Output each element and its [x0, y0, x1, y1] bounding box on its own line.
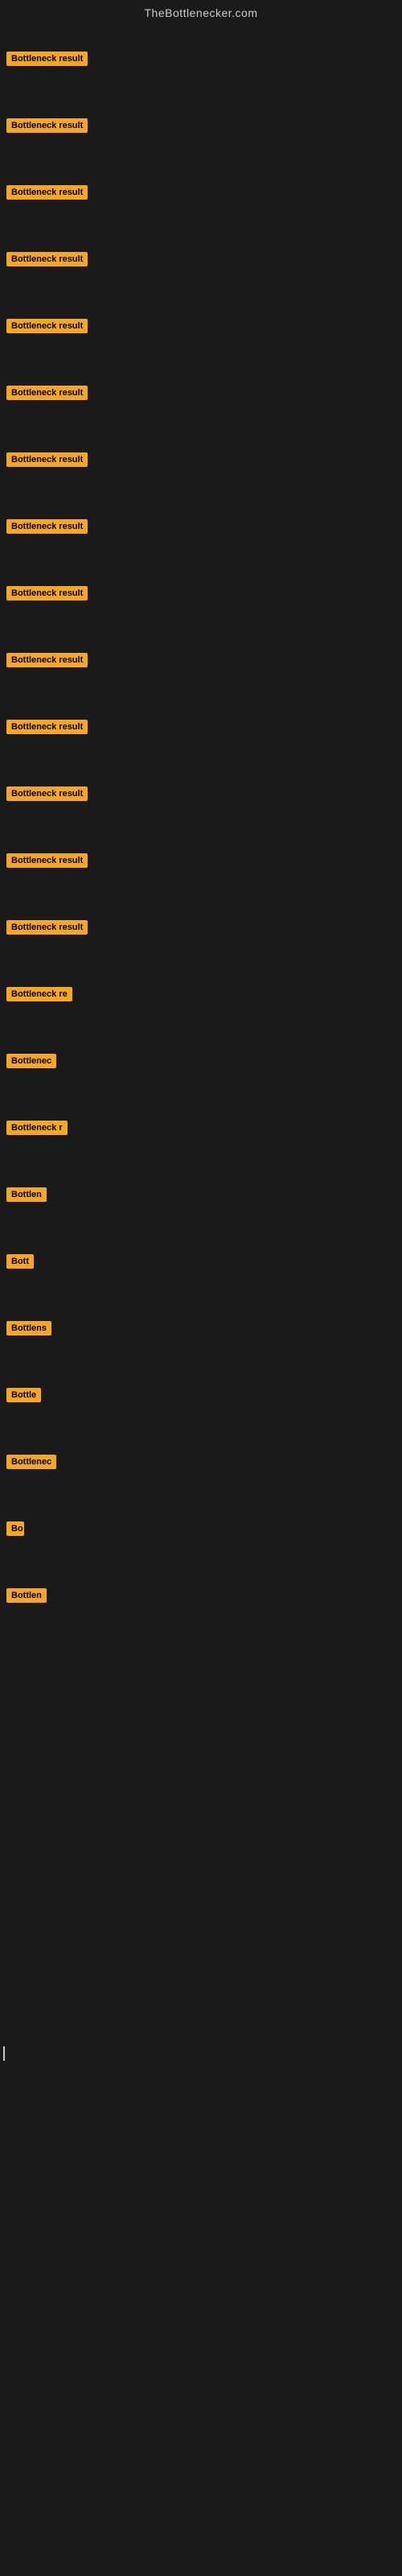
bottleneck-item[interactable]: Bottlenec [6, 1455, 56, 1473]
bottleneck-badge: Bottleneck result [6, 118, 88, 133]
bottleneck-badge: Bottleneck result [6, 452, 88, 467]
bottleneck-badge: Bottle [6, 1388, 41, 1402]
bottleneck-badge: Bottleneck result [6, 185, 88, 200]
bottleneck-badge: Bottleneck result [6, 319, 88, 333]
bottleneck-item[interactable]: Bottleneck result [6, 118, 88, 137]
bottleneck-badge: Bott [6, 1254, 34, 1269]
bottleneck-item[interactable]: Bottleneck result [6, 252, 88, 270]
bottleneck-item[interactable]: Bottlenec [6, 1054, 56, 1072]
bottleneck-badge: Bottleneck result [6, 720, 88, 734]
bottleneck-badge: Bottleneck result [6, 252, 88, 266]
bottleneck-badge: Bottleneck result [6, 653, 88, 667]
bottleneck-badge: Bottlenec [6, 1054, 56, 1068]
bottleneck-item[interactable]: Bottleneck result [6, 319, 88, 337]
bottleneck-badge: Bottleneck r [6, 1121, 68, 1135]
bottleneck-badge: Bottlen [6, 1187, 47, 1202]
site-title: TheBottlenecker.com [0, 0, 402, 23]
bottleneck-item[interactable]: Bottleneck result [6, 853, 88, 872]
bottleneck-badge: Bottlens [6, 1321, 51, 1335]
bottleneck-item[interactable]: Bottleneck result [6, 386, 88, 404]
bottleneck-item[interactable]: Bottleneck result [6, 452, 88, 471]
bottleneck-item[interactable]: Bottlens [6, 1321, 51, 1340]
bottleneck-item[interactable]: Bottle [6, 1388, 41, 1406]
bottleneck-badge: Bottlenec [6, 1455, 56, 1469]
bottleneck-item[interactable]: Bo [6, 1521, 24, 1540]
bottleneck-badge: Bottleneck result [6, 519, 88, 534]
bottleneck-badge: Bottleneck result [6, 386, 88, 400]
items-container: Bottleneck result Bottleneck result Bottle… [0, 23, 402, 1713]
bottleneck-item[interactable]: Bottleneck result [6, 185, 88, 204]
bottleneck-item[interactable]: Bottleneck result [6, 653, 88, 671]
cursor-line [3, 2046, 5, 2061]
bottleneck-badge: Bottleneck result [6, 853, 88, 868]
bottleneck-item[interactable]: Bottleneck result [6, 920, 88, 939]
bottleneck-badge: Bottlen [6, 1588, 47, 1603]
bottleneck-item[interactable]: Bottleneck re [6, 987, 72, 1005]
bottleneck-item[interactable]: Bottleneck r [6, 1121, 68, 1139]
bottleneck-badge: Bottleneck result [6, 52, 88, 66]
bottleneck-badge: Bottleneck result [6, 786, 88, 801]
bottleneck-item[interactable]: Bottleneck result [6, 786, 88, 805]
bottleneck-item[interactable]: Bottleneck result [6, 519, 88, 538]
bottleneck-item[interactable]: Bottlen [6, 1588, 47, 1607]
bottleneck-item[interactable]: Bottlen [6, 1187, 47, 1206]
bottleneck-badge: Bottleneck result [6, 586, 88, 601]
bottleneck-item[interactable]: Bottleneck result [6, 720, 88, 738]
bottleneck-item[interactable]: Bottleneck result [6, 586, 88, 605]
bottleneck-item[interactable]: Bott [6, 1254, 34, 1273]
bottleneck-badge: Bottleneck result [6, 920, 88, 935]
bottleneck-badge: Bottleneck re [6, 987, 72, 1001]
bottleneck-item[interactable]: Bottleneck result [6, 52, 88, 70]
bottleneck-badge: Bo [6, 1521, 24, 1536]
